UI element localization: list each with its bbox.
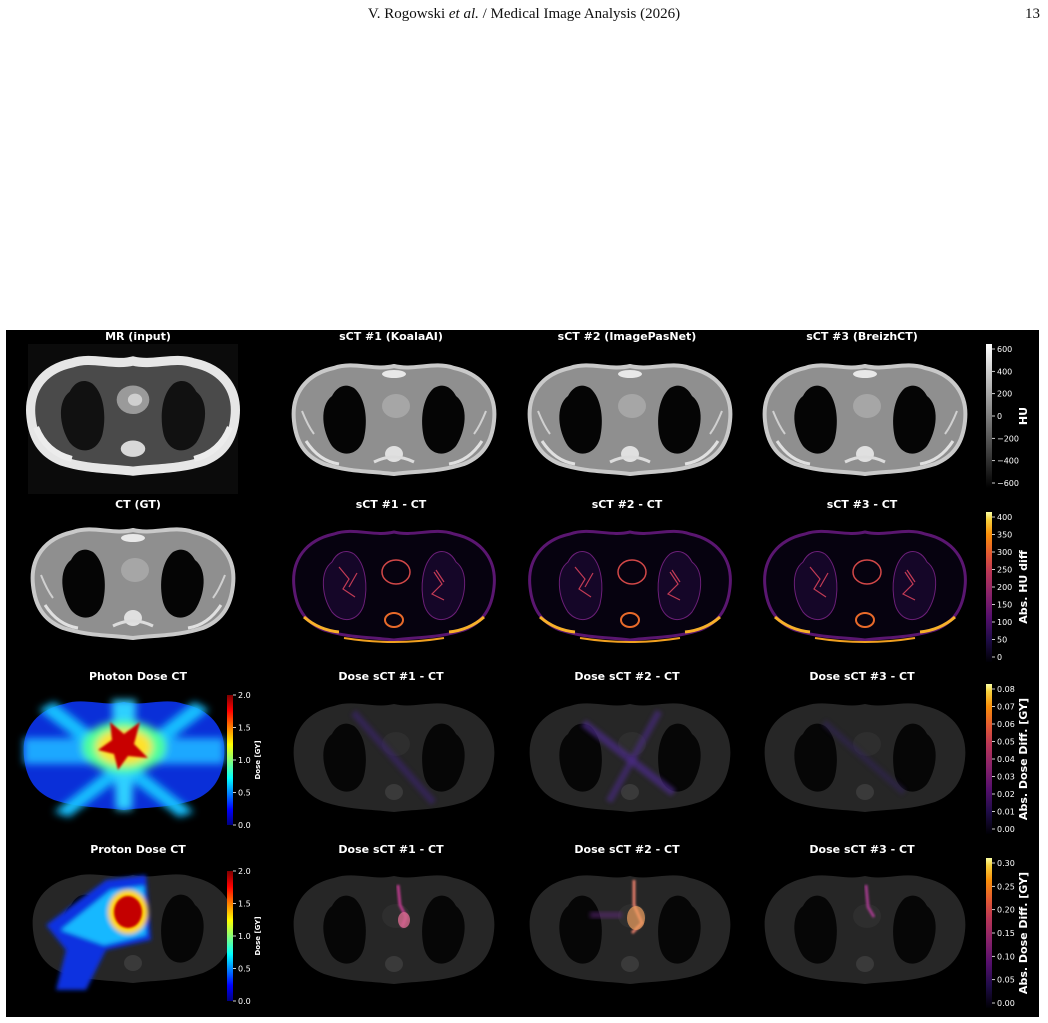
colorbar-r3-tick-label-3: 0.15 [997, 929, 1015, 938]
colorbar-r0-tick-label-3: 0 [997, 412, 1002, 421]
colorbar-r0-tick-label-5: −400 [997, 457, 1019, 466]
panel-proton-diff2 [530, 875, 731, 984]
page-number: 13 [1025, 6, 1040, 22]
colorbar-r1-tick-label-0: 400 [997, 513, 1012, 522]
colorbar-r0-tick-label-0: 600 [997, 345, 1012, 354]
dose-colorbar-r2-tick-label-4: 0.0 [238, 821, 251, 830]
dose-colorbar-r2-tick-label-1: 1.5 [238, 724, 251, 733]
colorbar-r2-tick-label-4: 0.04 [997, 755, 1015, 764]
colorbar-photon-dose: 2.0 1.5 1.0 0.5 0.0 Dose [GY] [227, 691, 262, 830]
panel-proton-dose [33, 874, 234, 990]
colorbar-r1-tick-label-1: 350 [997, 531, 1012, 540]
colorbar-r2-label: Abs. Dose Diff. [GY] [1017, 698, 1030, 820]
colorbar-r0-tick-label-2: 200 [997, 390, 1012, 399]
dose-colorbar-r3-tick-label-4: 0.0 [238, 997, 251, 1006]
colorbar-photon-dose-diff: 0.08 0.07 0.06 0.05 0.04 0.03 0.02 0.01 0.00Abs.… [986, 684, 1030, 834]
colorbar-r0-tick-label-4: −200 [997, 434, 1019, 443]
colorbar-r2-tick-label-6: 0.02 [997, 790, 1015, 799]
colorbar-r3-tick-label-0: 0.30 [997, 859, 1015, 868]
running-head-authors: V. Rogowski [367, 6, 449, 22]
colorbar-r1-label: Abs. HU diff [1017, 550, 1030, 624]
panel-sct3 [765, 365, 966, 474]
dose-colorbar-r2-tick-label-3: 0.5 [238, 789, 251, 798]
colorbar-r2-tick-label-7: 0.01 [997, 808, 1015, 817]
colorbar-r3-tick-label-4: 0.10 [997, 952, 1015, 961]
colorbar-r1-tick-label-2: 300 [997, 548, 1012, 557]
panel-sct1 [294, 365, 495, 474]
panel-sct2 [530, 365, 731, 474]
panel-proton-diff1 [294, 875, 495, 984]
colorbar-r1-tick-label-8: 0 [997, 653, 1002, 662]
dose-colorbar-r2-tick-label-2: 1.0 [238, 756, 251, 765]
colorbar-hu: 600 400 200 0 −200 −400 −600 HU [986, 344, 1030, 488]
colorbar-r2-tick-label-1: 0.07 [997, 703, 1015, 712]
colorbar-r1-tick-label-7: 50 [997, 636, 1007, 645]
colorbar-r1-tick-label-6: 100 [997, 618, 1012, 627]
colorbar-r2-tick-label-5: 0.03 [997, 773, 1015, 782]
panel-photon-diff2 [530, 703, 731, 812]
panel-photon-dose [23, 700, 225, 817]
colorbar-r3-tick-label-1: 0.25 [997, 882, 1015, 891]
panel-ct-gt [33, 529, 234, 638]
colorbar-r2-tick-label-8: 0.00 [997, 825, 1015, 834]
dose-colorbar-r3-label: Dose [GY] [254, 916, 262, 955]
dose-colorbar-r3-tick-label-1: 1.5 [238, 900, 251, 909]
dose-colorbar-r2-label: Dose [GY] [254, 740, 262, 779]
panel-sct3-diff [765, 531, 966, 642]
colorbar-r1-tick-label-4: 200 [997, 583, 1012, 592]
colorbar-r3-tick-label-6: 0.00 [997, 999, 1015, 1008]
figure-graphics: 600 400 200 0 −200 −400 −600 HU 400 350 300 250 200… [23, 344, 1030, 1008]
colorbar-r2-tick-label-3: 0.05 [997, 738, 1015, 747]
running-head-etal: et al. [448, 6, 479, 22]
panel-photon-diff1 [294, 703, 495, 812]
colorbar-r2-tick-label-0: 0.08 [997, 685, 1015, 694]
dose-colorbar-r3-tick-label-0: 2.0 [238, 867, 251, 876]
panel-proton-diff3 [765, 875, 966, 984]
dose-colorbar-r3-tick-label-3: 0.5 [238, 965, 251, 974]
panel-photon-diff3 [765, 703, 966, 812]
running-head: V. Rogowski et al. / Medical Image Analy… [0, 6, 1048, 23]
panel-sct2-diff [530, 531, 731, 642]
colorbar-r1-tick-label-5: 150 [997, 601, 1012, 610]
colorbar-hu-diff: 400 350 300 250 200 150 100 50 0 Abs. HU diff [986, 512, 1030, 662]
colorbar-proton-dose: 2.0 1.5 1.0 0.5 0.0 Dose [GY] [227, 867, 262, 1006]
dose-colorbar-r2-tick-label-0: 2.0 [238, 691, 251, 700]
colorbar-r3-tick-label-2: 0.20 [997, 906, 1015, 915]
colorbar-r0-label: HU [1017, 407, 1030, 425]
colorbar-r3-tick-label-5: 0.05 [997, 976, 1015, 985]
colorbar-r3-label: Abs. Dose Diff. [GY] [1017, 872, 1030, 994]
colorbar-r2-tick-label-2: 0.06 [997, 720, 1015, 729]
dose-colorbar-r3-tick-label-2: 1.0 [238, 932, 251, 941]
colorbar-r0-tick-label-6: −600 [997, 479, 1019, 488]
colorbar-proton-dose-diff: 0.30 0.25 0.20 0.15 0.10 0.05 0.00Abs. Dose Di… [986, 858, 1030, 1008]
figure-panel-grid: MR (input) sCT #1 (KoalaAI) sCT #2 (Imag… [6, 330, 1039, 1017]
page-header: V. Rogowski et al. / Medical Image Analy… [0, 0, 1048, 40]
panel-sct1-diff [294, 531, 495, 642]
colorbar-r1-tick-label-3: 250 [997, 566, 1012, 575]
panel-mr-input [28, 344, 238, 494]
colorbar-r0-tick-label-1: 400 [997, 367, 1012, 376]
running-head-journal: / Medical Image Analysis (2026) [478, 6, 681, 22]
